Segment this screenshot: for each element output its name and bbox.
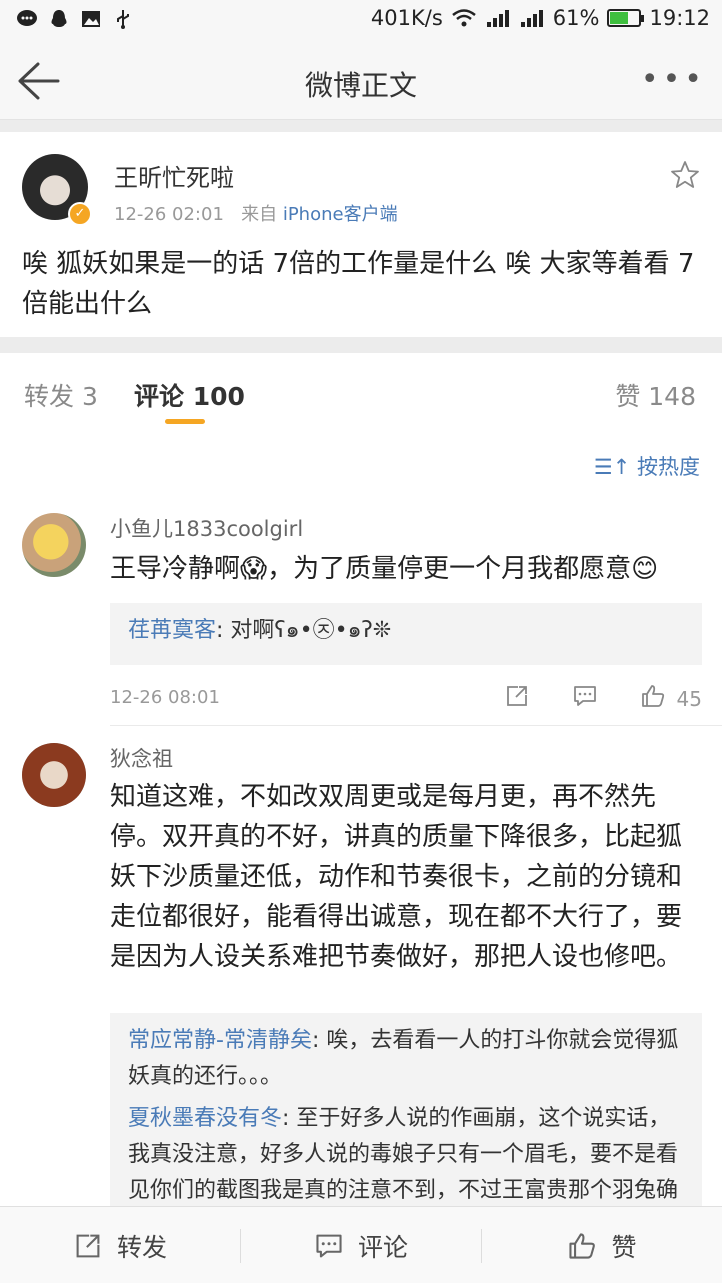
tab-repost[interactable]: 转发 3 <box>24 377 98 413</box>
post-time: 12-26 02:01 <box>114 204 224 225</box>
share-icon[interactable] <box>504 683 530 709</box>
chat-icon <box>17 10 37 26</box>
separator <box>0 120 722 132</box>
comment-divider <box>110 725 722 726</box>
qq-icon <box>51 10 67 27</box>
commenter-name[interactable]: 小鱼儿1833coolgirl <box>110 513 303 543</box>
battery-icon <box>607 9 645 27</box>
reply-user[interactable]: 常应常静-常清静矣 <box>128 1028 312 1053</box>
status-bar: 401K/s 61% 19:12 <box>0 0 722 42</box>
signal-2-icon <box>520 10 543 27</box>
repost-label: 转发 <box>116 1232 167 1262</box>
comment-button[interactable]: 评论 <box>241 1207 481 1283</box>
separator <box>0 337 722 353</box>
comment-text: 知道这难，不如改双周更或是每月更，再不然先停。双开真的不好，讲真的质量下降很多，… <box>110 782 683 972</box>
like-thumb-icon[interactable] <box>640 683 666 709</box>
sort-label: 按热度 <box>637 455 700 479</box>
sort-button[interactable]: ☰↑ 按热度 <box>594 451 700 481</box>
bottom-action-bar: 转发 评论 赞 <box>0 1206 722 1283</box>
verified-badge-icon: ✓ <box>68 202 92 226</box>
post-meta: 12-26 02:01 来自 iPhone客户端 <box>114 200 398 226</box>
source-prefix: 来自 <box>241 204 278 225</box>
reply-box[interactable]: 荏苒寞客: 对啊ʕ๑•㉨•๑ʔ❊ <box>110 603 702 665</box>
battery-percent: 61% <box>552 6 600 30</box>
usb-icon <box>117 10 129 29</box>
like-button[interactable]: 赞 <box>482 1207 722 1283</box>
reply-comment-icon[interactable] <box>572 683 598 709</box>
reply-box[interactable]: 常应常静-常清静矣: 唉，去看看一人的打斗你就会觉得狐妖真的还行。。。 夏秋墨春… <box>110 1013 702 1206</box>
commenter-avatar[interactable] <box>22 513 86 577</box>
more-options-icon[interactable]: ••• <box>641 62 706 97</box>
reply-item: 常应常静-常清静矣: 唉，去看看一人的打斗你就会觉得狐妖真的还行。。。 <box>128 1028 679 1089</box>
comment-text: 王导冷静啊😱，为了质量停更一个月我都愿意😊 <box>110 554 659 584</box>
comment-footer: 12-26 08:01 45 <box>110 683 702 713</box>
sort-icon: ☰↑ <box>593 455 631 479</box>
favorite-star-icon[interactable] <box>670 160 700 190</box>
post-source[interactable]: iPhone客户端 <box>283 204 398 225</box>
comment-list: ☰↑ 按热度 小鱼儿1833coolgirl 王导冷静啊😱，为了质量停更一个月我… <box>0 431 722 1206</box>
tab-comments[interactable]: 评论 100 <box>134 377 245 413</box>
wifi-icon <box>451 9 476 27</box>
author-name[interactable]: 王昕忙死啦 <box>114 158 234 193</box>
image-icon <box>82 11 100 27</box>
reply-user[interactable]: 荏苒寞客 <box>128 618 216 643</box>
like-label: 赞 <box>611 1232 637 1262</box>
commenter-avatar[interactable] <box>22 743 86 807</box>
repost-icon <box>76 1234 100 1257</box>
tab-likes[interactable]: 赞 148 <box>615 377 696 413</box>
comment-time: 12-26 08:01 <box>110 687 220 708</box>
post-card: ✓ 王昕忙死啦 12-26 02:01 来自 iPhone客户端 唉 狐妖如果是… <box>0 132 722 337</box>
network-speed: 401K/s <box>370 6 443 30</box>
reply-item: 夏秋墨春没有冬: 至于好多人说的作画崩，这个说实话，我真没注意，好多人说的毒娘子… <box>128 1101 684 1206</box>
signal-1-icon <box>486 10 509 27</box>
reply-user[interactable]: 夏秋墨春没有冬 <box>128 1106 282 1131</box>
tab-bar: 转发 3 评论 100 赞 148 <box>0 353 722 431</box>
commenter-name[interactable]: 狄念祖 <box>110 743 173 773</box>
active-tab-indicator <box>165 419 205 424</box>
reply-text: 对啊ʕ๑•㉨•๑ʔ❊ <box>230 618 392 643</box>
repost-button[interactable]: 转发 <box>0 1207 240 1283</box>
comment-label: 评论 <box>357 1232 408 1262</box>
like-count: 45 <box>676 687 702 711</box>
comment-icon <box>316 1234 342 1257</box>
post-content: 唉 狐妖如果是一的话 7倍的工作量是什么 唉 大家等着看 7倍能出什么 <box>22 249 695 319</box>
page-title: 微博正文 <box>304 69 417 102</box>
clock: 19:12 <box>649 6 710 30</box>
like-icon <box>569 1232 596 1259</box>
nav-bar: 微博正文 ••• <box>0 42 722 120</box>
